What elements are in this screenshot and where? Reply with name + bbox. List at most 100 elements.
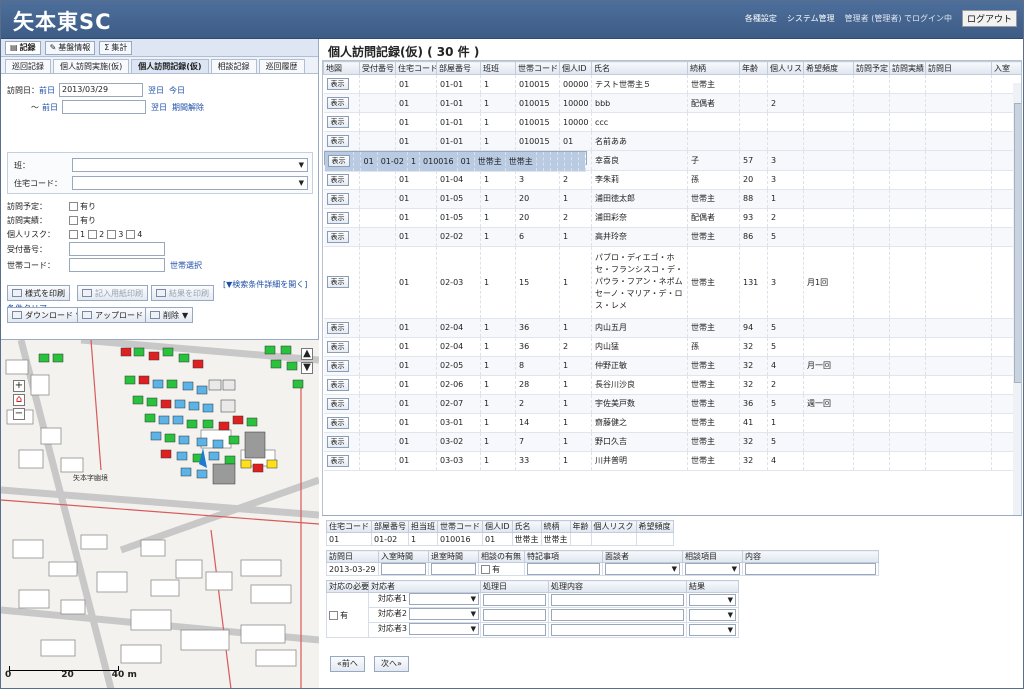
pan-down-button[interactable]: ▼	[301, 362, 313, 374]
exit-time-input[interactable]	[431, 563, 476, 575]
result-1-select[interactable]: ▼	[689, 594, 736, 606]
notes-input[interactable]	[527, 563, 600, 575]
risk-3-checkbox[interactable]	[107, 230, 117, 239]
zoom-in-button[interactable]: +	[13, 380, 25, 392]
prev-button[interactable]: «前へ	[330, 656, 365, 672]
show-on-map-button[interactable]: 表示	[326, 359, 349, 372]
to-next-day-link[interactable]: 翌日	[151, 102, 167, 113]
column-header[interactable]: 世帯コード	[515, 61, 560, 75]
home-icon[interactable]: ⌂	[13, 394, 25, 406]
subtab-patrol-history[interactable]: 巡回履歴	[258, 59, 305, 73]
process-content-1-input[interactable]	[551, 594, 684, 606]
clear-period-link[interactable]: 期間解除	[172, 102, 204, 113]
column-header[interactable]: 住宅コード	[395, 61, 437, 75]
result-2-select[interactable]: ▼	[689, 609, 736, 621]
column-header[interactable]: 個人リスク	[767, 61, 804, 75]
visit-date-cell[interactable]: 2013-03-29	[326, 562, 379, 576]
entry-time-input[interactable]	[381, 563, 426, 575]
show-on-map-button[interactable]: 表示	[326, 321, 349, 334]
show-on-map-button[interactable]: 表示	[326, 116, 349, 128]
group-select[interactable]: ▼	[72, 158, 308, 172]
table-row[interactable]: 表示 01 01-02 1 010016 01 世帯主 世帯主	[323, 151, 587, 172]
logout-button[interactable]: ログアウト	[961, 10, 1017, 27]
column-header[interactable]: 年齢	[739, 61, 768, 75]
column-header[interactable]: 訪問実績	[889, 61, 926, 75]
household-select-link[interactable]: 世帯選択	[170, 260, 202, 271]
column-header[interactable]: 訪問予定	[853, 61, 890, 75]
show-on-map-button[interactable]: 表示	[326, 378, 349, 391]
done-checkbox[interactable]	[69, 216, 78, 225]
responder-2-select[interactable]: ▼	[409, 608, 479, 620]
tab-record[interactable]: ▤ 記録	[5, 41, 41, 55]
column-header[interactable]: 続柄	[687, 61, 740, 75]
vertical-scroll-thumb[interactable]	[1014, 103, 1021, 383]
table-row[interactable]: 表示 01 02-04 1 36 2 内山猛孫 32 5	[323, 337, 1021, 357]
show-on-map-button[interactable]: 表示	[326, 454, 349, 467]
process-date-3-input[interactable]	[483, 624, 546, 636]
vertical-scrollbar[interactable]	[1013, 83, 1021, 515]
receipt-input[interactable]	[69, 242, 165, 256]
need-checkbox[interactable]	[329, 610, 338, 620]
show-on-map-button[interactable]: 表示	[326, 97, 349, 109]
risk-1-checkbox[interactable]	[69, 230, 78, 239]
risk-4-checkbox[interactable]	[126, 230, 136, 239]
to-prev-day-link[interactable]: 前日	[42, 102, 58, 113]
process-date-1-input[interactable]	[483, 594, 546, 606]
table-row[interactable]: 表示 01 02-07 1 2 1 宇佐美戸数 世帯主 36 5 週一回	[323, 394, 1021, 414]
print-form-button[interactable]: 様式を印刷	[7, 285, 70, 301]
subtab-consult-record[interactable]: 相談記録	[210, 59, 257, 73]
from-prev-day-link[interactable]: 前日	[39, 85, 55, 96]
consult-item-select[interactable]: ▼	[685, 563, 740, 575]
column-header[interactable]: 訪問日	[925, 61, 992, 75]
table-row[interactable]: 表示 01 02-06 1 28 1 長谷川沙良 世帯主 32 2	[323, 375, 1021, 395]
table-row[interactable]: 表示 01 01-04 1 3 2 李朱莉孫 20 3	[323, 170, 1021, 190]
table-row[interactable]: 表示 01 02-05 1 8 1 仲野正敏 世帯主 32 4 月一回	[323, 356, 1021, 376]
next-button[interactable]: 次へ»	[374, 656, 409, 672]
column-header[interactable]: 氏名	[591, 61, 688, 75]
detail-toggle-link[interactable]: [▼検索条件詳細を開く]	[223, 279, 307, 290]
table-row[interactable]: 表示 01 02-02 1 6 1 高井玲奈 世帯主 86 5	[323, 227, 1021, 247]
show-on-map-button[interactable]: 表示	[326, 78, 349, 90]
today-link[interactable]: 今日	[169, 85, 185, 96]
visit-date-from-input[interactable]: 2013/03/29	[59, 83, 143, 97]
table-row[interactable]: 表示 01 03-02 1 7 1 野口久吉 世帯主 32 5	[323, 432, 1021, 452]
column-header[interactable]: 受付番号	[359, 61, 396, 75]
table-row[interactable]: 表示 01 03-01 1 14 1 齋藤健之 世帯主 41 1	[323, 413, 1021, 433]
table-row[interactable]: 表示 01 01-05 1 20 1 浦田徳太郎 世帯主 88 1	[323, 189, 1021, 209]
delete-button[interactable]: 削除 ▼	[145, 307, 194, 323]
result-3-select[interactable]: ▼	[689, 624, 736, 636]
tab-base-info[interactable]: ✎ 基盤情報	[44, 41, 96, 55]
visit-date-to-input[interactable]	[62, 100, 146, 114]
process-content-3-input[interactable]	[551, 624, 684, 636]
from-next-day-link[interactable]: 翌日	[148, 85, 164, 96]
show-on-map-button[interactable]: 表示	[326, 230, 349, 243]
table-row[interactable]: 表示 01 01-01 1 010015 10000 ccc	[323, 112, 1021, 132]
responder-3-select[interactable]: ▼	[409, 623, 479, 635]
process-content-2-input[interactable]	[551, 609, 684, 621]
map-view[interactable]: 矢本字幽境 + ⌂ − ▲ ▼ 0 20 40 m	[1, 339, 319, 688]
system-admin-link[interactable]: システム管理	[787, 13, 835, 24]
consult-checkbox[interactable]	[481, 564, 490, 574]
show-on-map-button[interactable]: 表示	[326, 416, 349, 429]
content-input[interactable]	[745, 563, 876, 575]
show-on-map-button[interactable]: 表示	[326, 135, 349, 147]
house-code-select[interactable]: ▼	[72, 176, 308, 190]
column-header[interactable]: 入室	[991, 61, 1021, 75]
print-blank-button[interactable]: 記入用紙印刷	[77, 285, 148, 301]
planned-checkbox[interactable]	[69, 202, 78, 211]
risk-2-checkbox[interactable]	[88, 230, 98, 239]
settings-link[interactable]: 各種設定	[745, 13, 777, 24]
column-header[interactable]: 個人ID	[559, 61, 592, 75]
show-on-map-button[interactable]: 表示	[327, 155, 350, 168]
process-date-2-input[interactable]	[483, 609, 546, 621]
print-result-button[interactable]: 結果を印刷	[151, 285, 214, 301]
table-row[interactable]: 表示 01 01-01 1 010015 01 名前ああ	[323, 131, 1021, 151]
table-row[interactable]: 表示 01 01-01 1 010015 00000 テスト世帯主５ 世帯主	[323, 74, 1021, 94]
table-row[interactable]: 表示 01 02-03 1 15 1 パブロ・ディエゴ・ホセ・フランシスコ・デ・パウラ・フア…	[323, 246, 1021, 319]
show-on-map-button[interactable]: 表示	[326, 173, 349, 186]
show-on-map-button[interactable]: 表示	[326, 211, 349, 224]
column-header[interactable]: 希望頻度	[803, 61, 854, 75]
show-on-map-button[interactable]: 表示	[326, 397, 349, 410]
interviewee-select[interactable]: ▼	[605, 563, 680, 575]
column-header[interactable]: 班班	[480, 61, 516, 75]
